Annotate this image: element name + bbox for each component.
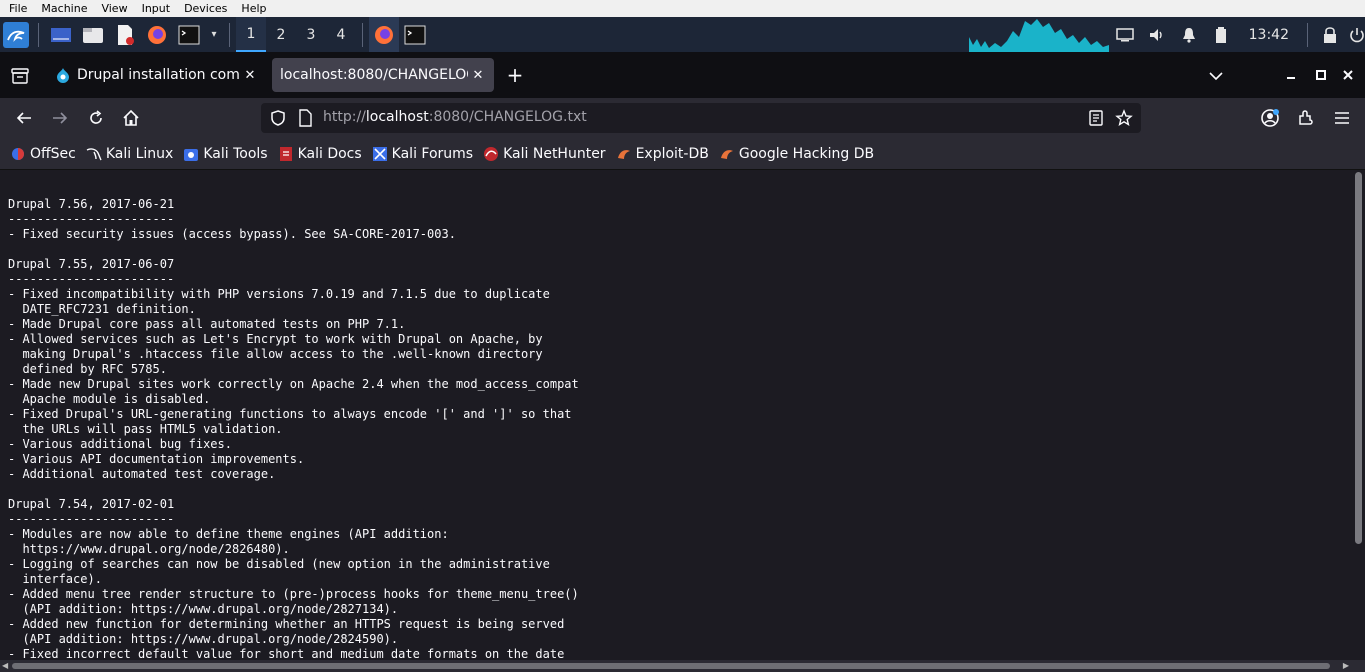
lock-screen-icon[interactable]	[1317, 22, 1343, 48]
kali-dragon-icon	[86, 146, 102, 162]
terminal-launcher-icon[interactable]	[176, 22, 202, 48]
account-button[interactable]	[1258, 106, 1282, 130]
scroll-left-icon[interactable]: ◀	[2, 662, 8, 670]
clock[interactable]: 13:42	[1249, 27, 1289, 43]
workspace-2[interactable]: 2	[266, 17, 296, 52]
firefox-launcher-icon[interactable]	[144, 22, 170, 48]
notifications-bell-icon[interactable]	[1176, 22, 1202, 48]
bookmark-label: Exploit-DB	[635, 145, 709, 162]
tab-drupal-installation[interactable]: Drupal installation complete ✕	[45, 58, 266, 92]
kali-menu-icon[interactable]	[3, 21, 29, 48]
desktop-icon[interactable]	[48, 22, 74, 48]
text-editor-icon[interactable]	[112, 22, 138, 48]
menu-devices[interactable]: Devices	[175, 2, 232, 15]
terminal-window-icon[interactable]	[402, 22, 428, 48]
horizontal-scrollbar[interactable]: ◀ ▶	[0, 660, 1365, 672]
workspace-3[interactable]: 3	[296, 17, 326, 52]
vertical-scrollbar[interactable]	[1352, 170, 1365, 660]
bookmark-label: Kali NetHunter	[503, 145, 606, 162]
cpu-graph-icon	[968, 17, 1109, 52]
display-icon[interactable]	[1112, 22, 1138, 48]
menu-input[interactable]: Input	[133, 2, 175, 15]
taskbar-separator	[1307, 22, 1308, 47]
offsec-icon	[10, 146, 26, 162]
page-info-icon[interactable]	[297, 109, 313, 127]
taskbar: ▾ 1 2 3 4 13:42	[0, 17, 1365, 52]
close-tab-icon[interactable]: ✕	[468, 68, 488, 83]
taskbar-separator	[362, 22, 363, 47]
tab-changelog[interactable]: localhost:8080/CHANGELOG.txt ✕	[272, 58, 494, 92]
vertical-scrollbar-thumb[interactable]	[1355, 172, 1362, 544]
menu-machine[interactable]: Machine	[32, 2, 92, 15]
bookmark-kali-linux[interactable]: Kali Linux	[86, 146, 173, 162]
taskbar-separator	[38, 22, 39, 47]
page-content: Drupal 7.56, 2017-06-21 ----------------…	[0, 170, 1352, 660]
changelog-text: Drupal 7.56, 2017-06-21 ----------------…	[8, 197, 579, 660]
reload-button[interactable]	[84, 106, 108, 130]
exploit-db-icon	[616, 146, 632, 162]
bookmark-label: Google Hacking DB	[738, 145, 875, 162]
bookmark-kali-docs[interactable]: Kali Docs	[278, 146, 362, 162]
menu-file[interactable]: File	[0, 2, 32, 15]
taskbar-separator	[229, 22, 230, 47]
list-all-tabs-icon[interactable]	[1206, 66, 1226, 86]
new-tab-button[interactable]: +	[505, 65, 525, 85]
firefox-window-icon[interactable]	[369, 17, 399, 52]
url-path: :8080/CHANGELOG.txt	[428, 109, 587, 125]
bookmark-kali-tools[interactable]: Kali Tools	[183, 145, 268, 162]
drupal-icon	[55, 67, 73, 83]
forward-button[interactable]	[48, 106, 72, 130]
kali-forums-icon	[372, 146, 388, 162]
app-menu-button[interactable]	[1330, 106, 1354, 130]
battery-icon[interactable]	[1208, 22, 1234, 48]
close-window-icon[interactable]	[1339, 66, 1357, 84]
horizontal-scrollbar-thumb[interactable]	[12, 663, 1330, 669]
bookmark-label: Kali Tools	[203, 145, 268, 162]
bookmark-offsec[interactable]: OffSec	[10, 146, 76, 162]
extensions-button[interactable]	[1294, 106, 1318, 130]
url-scheme: http://	[323, 109, 366, 125]
url-bar[interactable]: http://localhost:8080/CHANGELOG.txt	[261, 103, 1141, 133]
workspace-4[interactable]: 4	[326, 17, 356, 52]
minimize-window-icon[interactable]	[1282, 66, 1300, 84]
reader-view-icon[interactable]	[1087, 109, 1105, 127]
url-host: localhost	[365, 109, 429, 125]
firefox-view-icon[interactable]	[10, 66, 30, 86]
bookmark-label: OffSec	[30, 145, 76, 162]
ghdb-icon	[719, 146, 735, 162]
chevron-down-icon[interactable]: ▾	[208, 22, 220, 48]
tab-bar: Drupal installation complete ✕ localhost…	[0, 52, 1365, 98]
bookmark-google-hacking-db[interactable]: Google Hacking DB	[719, 146, 874, 162]
url-text[interactable]: http://localhost:8080/CHANGELOG.txt	[323, 109, 587, 125]
power-icon[interactable]	[1349, 22, 1365, 48]
home-button[interactable]	[119, 106, 143, 130]
bookmark-exploit-db[interactable]: Exploit-DB	[616, 146, 709, 162]
maximize-window-icon[interactable]	[1312, 66, 1330, 84]
file-manager-icon[interactable]	[80, 22, 106, 48]
workspace-1[interactable]: 1	[236, 17, 266, 52]
bookmark-label: Kali Linux	[105, 145, 174, 162]
close-tab-icon[interactable]: ✕	[240, 68, 260, 83]
bookmark-label: Kali Forums	[391, 145, 474, 162]
shield-icon[interactable]	[269, 109, 287, 127]
menu-help[interactable]: Help	[232, 2, 271, 15]
back-button[interactable]	[12, 106, 36, 130]
tab-label: Drupal installation complete	[77, 67, 240, 83]
vm-menu-bar: File Machine View Input Devices Help	[0, 0, 1365, 17]
bookmark-label: Kali Docs	[297, 145, 362, 162]
bookmarks-toolbar: OffSec Kali Linux Kali Tools Kali Docs K…	[0, 138, 1365, 170]
kali-docs-icon	[278, 146, 294, 162]
bookmark-kali-nethunter[interactable]: Kali NetHunter	[483, 145, 606, 162]
menu-view[interactable]: View	[92, 2, 132, 15]
bookmark-star-icon[interactable]	[1115, 109, 1133, 127]
volume-icon[interactable]	[1144, 22, 1170, 48]
tab-label: localhost:8080/CHANGELOG.txt	[280, 67, 468, 83]
scroll-right-icon[interactable]: ▶	[1343, 662, 1349, 670]
kali-tools-icon	[183, 146, 199, 162]
system-tray: 13:42	[968, 17, 1365, 52]
bookmark-kali-forums[interactable]: Kali Forums	[372, 146, 473, 162]
kali-nethunter-icon	[483, 146, 499, 162]
